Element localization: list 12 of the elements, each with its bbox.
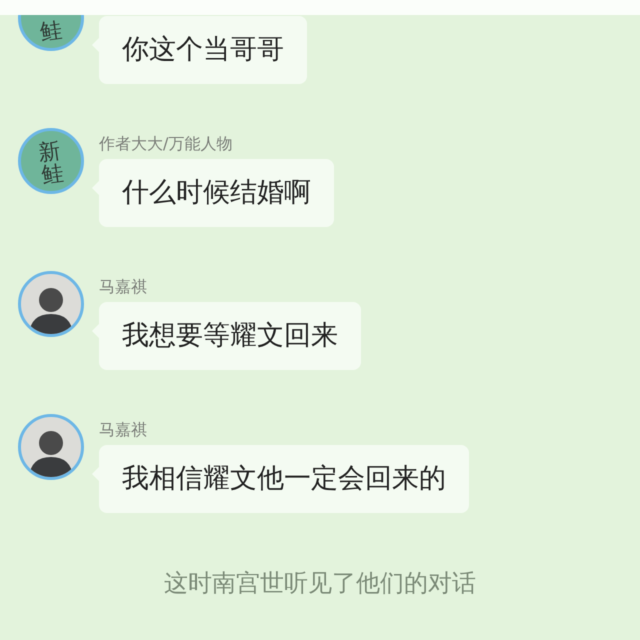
narration-text: 这时南宫世听见了他们的对话 <box>164 568 476 599</box>
avatar-logo-text: 新鲑 <box>37 140 65 188</box>
avatar-logo-text: 鲑 <box>38 20 64 44</box>
message-bubble: 我想要等耀文回来 <box>99 302 361 370</box>
message-bubble: 你这个当哥哥 <box>99 16 307 84</box>
avatar[interactable]: 新鲑 <box>18 128 84 194</box>
sender-name: 马嘉祺 <box>99 277 147 297</box>
sender-name: 马嘉祺 <box>99 420 147 440</box>
avatar[interactable]: 鲑 <box>18 15 84 51</box>
message-bubble: 什么时候结婚啊 <box>99 159 334 227</box>
message-bubble: 我相信耀文他一定会回来的 <box>99 445 469 513</box>
sender-name: 作者大大/万能人物 <box>99 134 232 154</box>
